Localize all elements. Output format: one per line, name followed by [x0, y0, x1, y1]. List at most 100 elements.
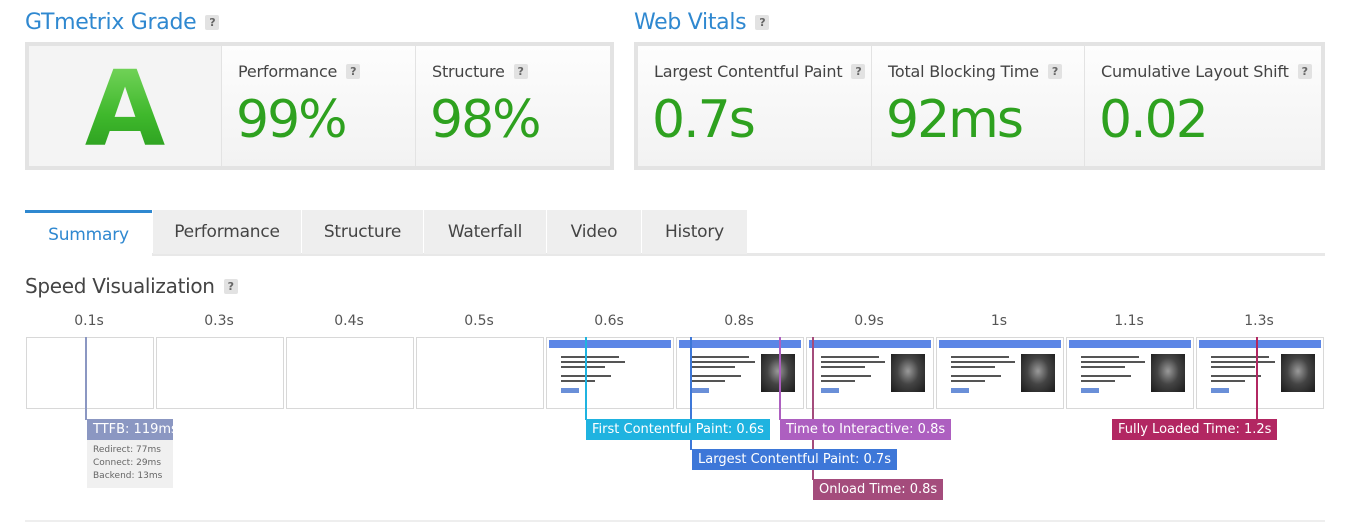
thumb-text-line	[1081, 356, 1139, 358]
tab-structure[interactable]: Structure	[302, 210, 423, 254]
cls-label-row: Cumulative Layout Shift ?	[1101, 62, 1312, 81]
web-vitals-title: Web Vitals ?	[634, 10, 770, 35]
help-icon[interactable]: ?	[513, 64, 528, 79]
speed-visualization-title: Speed Visualization ?	[25, 274, 238, 298]
cls-value: 0.02	[1099, 90, 1209, 150]
filmstrip-frame[interactable]	[806, 337, 934, 409]
tab-waterfall[interactable]: Waterfall	[424, 210, 546, 254]
thumb-portrait-image	[1281, 354, 1315, 392]
filmstrip-frame[interactable]	[1066, 337, 1194, 409]
thumb-text-line	[561, 356, 619, 358]
structure-score: Structure ? 98%	[416, 46, 610, 166]
timeline-tick: 1.1s	[1114, 313, 1144, 329]
grade-letter: A	[29, 48, 221, 170]
ttfb-connect: Connect: 29ms	[93, 458, 162, 468]
thumb-portrait-image	[761, 354, 795, 392]
thumb-text-line	[1211, 356, 1269, 358]
lcp-label: Largest Contentful Paint	[654, 62, 843, 81]
fully-loaded-marker-line	[1256, 337, 1258, 420]
lcp-label-row: Largest Contentful Paint ?	[654, 62, 866, 81]
filmstrip-frame[interactable]	[936, 337, 1064, 409]
thumb-text-line	[691, 380, 725, 382]
thumb-text-line	[1211, 375, 1261, 377]
thumb-text-line	[821, 366, 865, 368]
timeline-tick: 0.4s	[334, 313, 364, 329]
thumb-button	[1081, 388, 1099, 393]
tab-video[interactable]: Video	[547, 210, 641, 254]
help-icon[interactable]: ?	[223, 278, 238, 294]
timeline-tick: 1.3s	[1244, 313, 1274, 329]
help-icon[interactable]: ?	[851, 64, 866, 79]
thumb-header	[1069, 340, 1191, 348]
tab-performance[interactable]: Performance	[153, 210, 301, 254]
thumb-text-line	[821, 375, 871, 377]
grade-cell: A	[29, 46, 222, 170]
thumb-text-line	[691, 375, 741, 377]
filmstrip-frame[interactable]	[546, 337, 674, 409]
tbt-label-row: Total Blocking Time ?	[888, 62, 1062, 81]
thumb-portrait-image	[1021, 354, 1055, 392]
structure-label: Structure	[432, 62, 505, 81]
ttfb-breakdown: Redirect: 77ms Connect: 29ms Backend: 13…	[87, 440, 173, 488]
thumb-header	[809, 340, 931, 348]
thumb-button	[821, 388, 839, 393]
lcp-marker: Largest Contentful Paint: 0.7s	[692, 449, 897, 470]
web-vitals-title-text: Web Vitals	[634, 10, 747, 35]
thumb-header	[1199, 340, 1321, 348]
help-icon[interactable]: ?	[1297, 64, 1312, 79]
ttfb-marker-line	[85, 337, 87, 420]
thumb-text-line	[1211, 380, 1245, 382]
thumb-text-line	[951, 375, 1001, 377]
filmstrip-frame[interactable]	[416, 337, 544, 409]
thumb-text-line	[691, 361, 755, 363]
ttfb-backend: Backend: 13ms	[93, 471, 163, 481]
tbt-metric: Total Blocking Time ? 92ms	[872, 46, 1085, 166]
filmstrip-frame[interactable]	[156, 337, 284, 409]
help-icon[interactable]: ?	[755, 15, 770, 30]
bottom-divider	[25, 520, 1325, 522]
thumb-text-line	[951, 361, 1015, 363]
thumb-button	[1211, 388, 1229, 393]
tti-marker-line	[779, 337, 781, 420]
performance-score: Performance ? 99%	[222, 46, 416, 166]
thumb-text-line	[1211, 366, 1255, 368]
filmstrip-frame[interactable]	[676, 337, 804, 409]
thumb-header	[679, 340, 801, 348]
thumb-header	[939, 340, 1061, 348]
filmstrip-frame[interactable]	[26, 337, 154, 409]
ttfb-marker: TTFB: 119ms	[87, 419, 178, 440]
help-icon[interactable]: ?	[346, 64, 361, 79]
structure-value: 98%	[430, 90, 542, 150]
filmstrip-frame[interactable]	[286, 337, 414, 409]
thumb-button	[691, 388, 709, 393]
timeline-tick: 0.1s	[74, 313, 104, 329]
thumb-portrait-image	[891, 354, 925, 392]
thumb-text-line	[951, 366, 995, 368]
filmstrip-frame[interactable]	[1196, 337, 1324, 409]
timeline-tick: 1s	[990, 313, 1008, 329]
help-icon[interactable]: ?	[1047, 64, 1062, 79]
lcp-value: 0.7s	[652, 90, 756, 150]
performance-label: Performance	[238, 62, 338, 81]
thumb-text-line	[951, 356, 1009, 358]
web-vitals-panel: Largest Contentful Paint ? 0.7s Total Bl…	[634, 42, 1325, 170]
cls-label: Cumulative Layout Shift	[1101, 62, 1289, 81]
thumb-text-line	[951, 380, 985, 382]
fcp-marker: First Contentful Paint: 0.6s	[586, 419, 770, 440]
tab-history[interactable]: History	[642, 210, 747, 254]
cls-metric: Cumulative Layout Shift ? 0.02	[1085, 46, 1321, 166]
speed-visualization-title-text: Speed Visualization	[25, 274, 215, 298]
help-icon[interactable]: ?	[205, 15, 220, 30]
thumb-text-line	[1081, 380, 1115, 382]
thumb-text-line	[821, 380, 855, 382]
thumb-text-line	[691, 356, 749, 358]
timeline-tick: 0.6s	[594, 313, 624, 329]
thumb-text-line	[1081, 375, 1131, 377]
gtmetrix-grade-title-text: GTmetrix Grade	[25, 10, 197, 35]
tab-summary[interactable]: Summary	[25, 210, 152, 256]
grade-panel: A Performance ? 99% Structure ? 98%	[25, 42, 614, 170]
structure-label-row: Structure ?	[432, 62, 528, 81]
thumb-portrait-image	[1151, 354, 1185, 392]
onload-marker: Onload Time: 0.8s	[813, 479, 944, 500]
lcp-metric: Largest Contentful Paint ? 0.7s	[638, 46, 872, 166]
